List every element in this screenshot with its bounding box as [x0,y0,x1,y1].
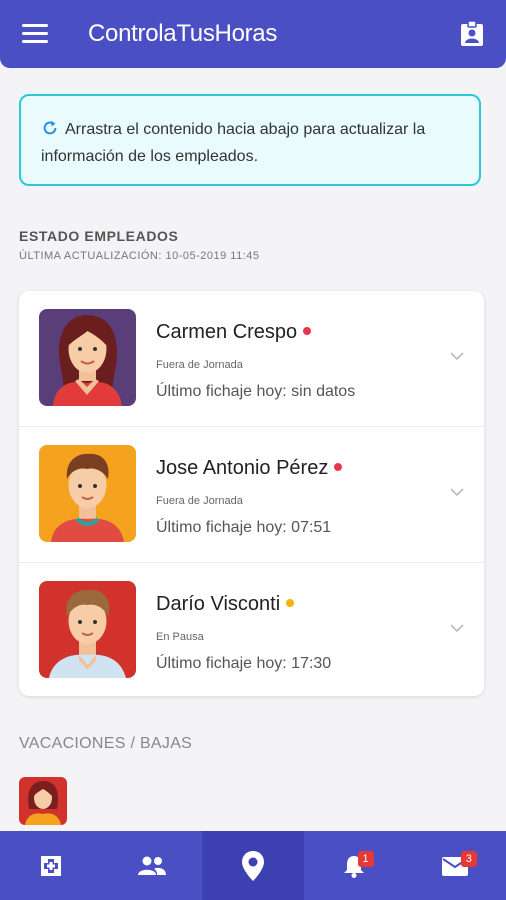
employee-name: Jose Antonio Pérez [156,457,343,480]
app-title: ControlaTusHoras [88,20,278,47]
employee-status: En Pausa [156,631,204,643]
employees-list: Carmen Crespo Fuera de Jornada Último fi… [19,291,484,696]
employee-status: Fuera de Jornada [156,495,243,507]
employee-row[interactable]: Darío Visconti En Pausa Último fichaje h… [19,563,484,696]
employee-row[interactable]: Carmen Crespo Fuera de Jornada Último fi… [19,291,484,427]
chevron-down-icon[interactable] [448,619,466,637]
employee-name: Darío Visconti [156,593,295,616]
vacations-section-title: VACACIONES / BAJAS [19,735,193,752]
employee-status: Fuera de Jornada [156,359,243,371]
status-dot [303,327,312,335]
tab-employees[interactable] [101,831,202,900]
menu-icon[interactable] [22,24,48,44]
last-update-label: ÚLTIMA ACTUALIZACIÓN: 10-05-2019 11:45 [19,250,260,262]
users-icon [137,856,166,875]
employee-name: Carmen Crespo [156,321,312,344]
tab-location[interactable] [202,831,304,900]
alerts-badge: 1 [357,851,374,867]
tab-alerts[interactable]: 1 [304,831,405,900]
tab-medical[interactable] [0,831,101,900]
app-header: ControlaTusHoras [0,0,506,68]
chevron-down-icon[interactable] [448,483,466,501]
bottom-tab-bar: 1 3 [0,831,506,900]
tab-messages[interactable]: 3 [405,831,506,900]
status-dot [334,463,343,471]
employees-section-title: ESTADO EMPLEADOS [19,228,179,244]
avatar [39,581,136,678]
employee-last-clock: Último fichaje hoy: sin datos [156,383,356,400]
avatar[interactable] [19,777,67,825]
refresh-icon [43,120,57,135]
messages-badge: 3 [460,851,477,867]
employee-last-clock: Último fichaje hoy: 17:30 [156,655,332,672]
avatar [39,309,136,406]
status-dot [286,599,295,607]
chevron-down-icon[interactable] [448,347,466,365]
employee-row[interactable]: Jose Antonio Pérez Fuera de Jornada Últi… [19,427,484,563]
employee-last-clock: Último fichaje hoy: 07:51 [156,519,332,536]
refresh-info-box: Arrastra el contenido hacia abajo para a… [19,94,481,186]
location-pin-icon [242,850,264,881]
hospital-icon [40,855,61,876]
contact-badge-icon[interactable] [460,21,484,47]
refresh-info-text: Arrastra el contenido hacia abajo para a… [41,121,426,165]
avatar [39,445,136,542]
